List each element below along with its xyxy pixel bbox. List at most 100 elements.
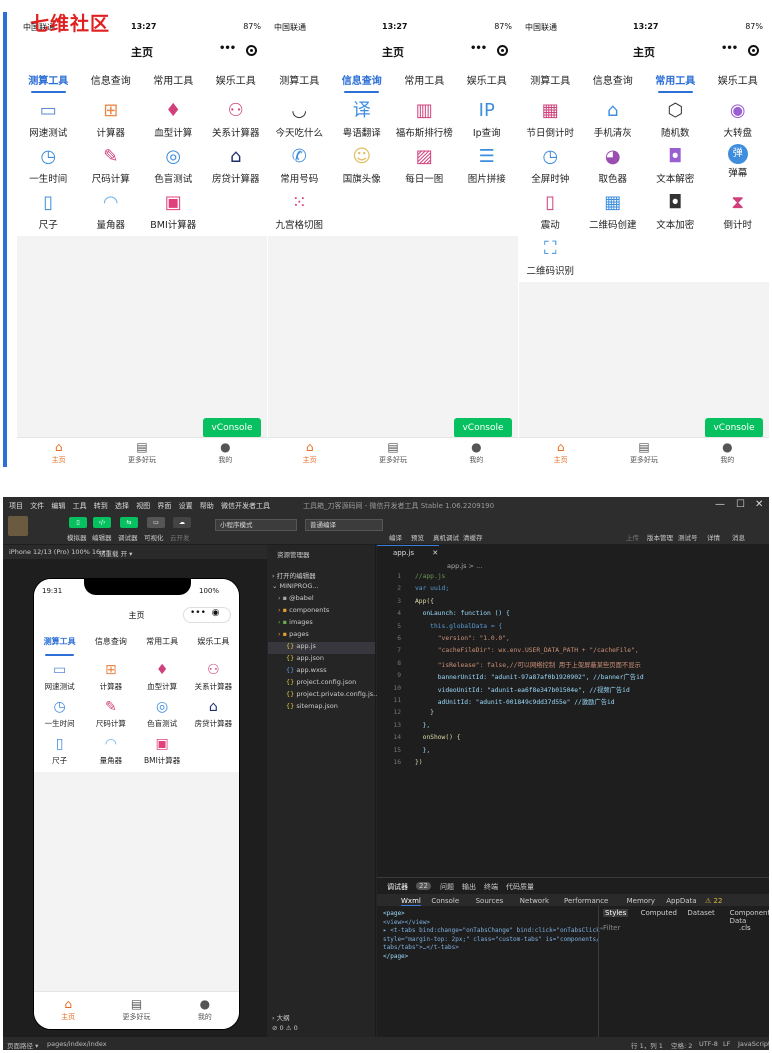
compile-select[interactable]: 普通编译 (305, 519, 383, 531)
tool-item[interactable]: ▣ BMI计算器 (142, 186, 205, 232)
tool-item[interactable]: 译粤语翻译 (331, 94, 394, 140)
menu-item[interactable]: 文件 (30, 501, 44, 511)
tabbar-item[interactable]: ⌂ 主页 (17, 438, 100, 467)
sim-tool-item[interactable]: ▭ 网速测试 (34, 657, 85, 694)
device-select[interactable]: iPhone 12/13 (Pro) 100% 16 ▾ (9, 548, 106, 556)
debugger-icon[interactable]: ⇆ (120, 517, 138, 528)
tool-item[interactable]: ✆ 常用号码 (268, 140, 331, 186)
menu-item[interactable]: 转到 (94, 501, 108, 511)
tool-item[interactable]: IP Ip查询 (456, 94, 519, 140)
outline-section[interactable]: › 大纲 (268, 1012, 375, 1024)
tool-item[interactable]: ▦ 节日倒计时 (519, 94, 582, 140)
tool-item[interactable]: ⬡ 随机数 (644, 94, 707, 140)
tab-item[interactable]: 测算工具 (519, 64, 582, 92)
menu-item[interactable]: 界面 (157, 501, 171, 511)
tab-item[interactable]: 娱乐工具 (205, 64, 268, 92)
tab-item[interactable]: 信息查询 (80, 64, 143, 92)
tool-item[interactable]: ◎ 色盲测试 (142, 140, 205, 186)
close-icon[interactable]: ✕ (755, 499, 763, 510)
tab-item[interactable]: 测算工具 (17, 64, 80, 93)
tabbar-item[interactable]: ● 我的 (686, 438, 769, 467)
tool-item[interactable]: ☰ 图片拼接 (456, 140, 519, 186)
details-button[interactable]: 详情 (707, 532, 720, 542)
tabbar-item[interactable]: ⌂ 主页 (519, 438, 602, 467)
problem-counts[interactable]: ⊘ 0 ⚠ 0 (268, 1024, 375, 1036)
file-entry[interactable]: › ▪ pages (268, 630, 375, 642)
tab-item[interactable]: 测算工具 (268, 64, 331, 92)
tab-item[interactable]: 娱乐工具 (456, 64, 519, 92)
file-entry[interactable]: {} app.js (268, 642, 375, 654)
tab-item[interactable]: 娱乐工具 (707, 64, 770, 92)
test-account-button[interactable]: 测试号 (678, 532, 698, 542)
tool-item[interactable]: ⚇ 关系计算器 (205, 94, 268, 140)
tool-item[interactable]: ◕ 取色器 (582, 140, 645, 186)
code-area[interactable]: 1 //app.js 2 var uuid; 3 App({4 onLaunch: fun… (377, 573, 769, 873)
tab-close-icon[interactable]: ✕ (432, 549, 438, 557)
tool-item[interactable]: ⊞ 计算器 (80, 94, 143, 140)
sim-tool-item[interactable]: ▣ BMI计算器 (137, 731, 188, 768)
debug-subtab[interactable]: Console (431, 897, 459, 905)
file-entry[interactable]: {} app.json (268, 654, 375, 666)
vconsole-button[interactable]: vConsole (203, 418, 261, 438)
file-entry[interactable]: › ▪ components (268, 606, 375, 618)
menu-item[interactable]: 设置 (179, 501, 193, 511)
sim-tool-item[interactable]: ▯ 尺子 (34, 731, 85, 768)
tool-item[interactable]: ⌂ 房贷计算器 (205, 140, 268, 186)
sim-tab[interactable]: 常用工具 (137, 627, 188, 655)
tab-item[interactable]: 常用工具 (644, 64, 707, 93)
maximize-icon[interactable]: ☐ (736, 499, 745, 510)
sim-tabbar-item[interactable]: ⌂ 主页 (34, 992, 102, 1029)
menu-item[interactable]: 项目 (9, 501, 23, 511)
menu-item[interactable]: 编辑 (51, 501, 65, 511)
debug-tab[interactable]: 代码质量 (506, 882, 534, 892)
file-entry[interactable]: {} app.wxss (268, 666, 375, 678)
editor-tab-app-js[interactable]: app.js ✕ (377, 545, 439, 559)
styles-tab[interactable]: Styles (603, 909, 629, 917)
tool-item[interactable]: ◘ 文本加密 (644, 186, 707, 232)
capsule-button[interactable]: ••• (215, 43, 259, 59)
visual-icon[interactable]: ▭ (147, 517, 165, 528)
file-entry[interactable]: {} project.private.config.js... (268, 690, 379, 702)
tool-item[interactable]: ◷ 全屏时钟 (519, 140, 582, 186)
page-path-label[interactable]: 页面路径 ▾ (7, 1040, 38, 1050)
debug-subtab[interactable]: Wxml (401, 897, 421, 906)
menu-item[interactable]: 视图 (136, 501, 150, 511)
preview-button[interactable]: 预览 (411, 532, 424, 542)
project-root[interactable]: ⌄ MINIPROG... (268, 582, 375, 594)
tool-item[interactable]: ⛶ 二维码识别 (519, 232, 582, 278)
real-debug-button[interactable]: 真机调试 (433, 532, 459, 542)
menu-item[interactable]: 帮助 (200, 501, 214, 511)
sim-capsule[interactable]: ••• ◉ (183, 607, 231, 623)
language[interactable]: JavaScript (738, 1040, 769, 1048)
sim-tab[interactable]: 信息查询 (85, 627, 136, 655)
simulator-icon[interactable]: ▯ (69, 517, 87, 528)
tool-item[interactable]: ◡ 今天吃什么 (268, 94, 331, 140)
capsule-button[interactable]: ••• (466, 43, 510, 59)
sim-tool-item[interactable]: ◷ 一生时间 (34, 694, 85, 731)
styles-tab[interactable]: Computed (641, 909, 677, 917)
menu-item[interactable]: 选择 (115, 501, 129, 511)
debug-tab[interactable]: 调试器 (387, 882, 408, 892)
debug-subtab[interactable]: AppData (666, 897, 696, 905)
tabbar-item[interactable]: ⌂ 主页 (268, 438, 351, 467)
tab-item[interactable]: 常用工具 (393, 64, 456, 92)
sim-tool-item[interactable]: ♦ 血型计算 (137, 657, 188, 694)
sim-tool-item[interactable]: ⊞ 计算器 (85, 657, 136, 694)
tool-item[interactable]: ▯ 震动 (519, 186, 582, 232)
indent-setting[interactable]: 空格: 2 (671, 1040, 692, 1050)
vconsole-button[interactable]: vConsole (454, 418, 512, 438)
encoding[interactable]: UTF-8 (699, 1040, 718, 1048)
tool-item[interactable]: ⁙ 九宫格切图 (268, 186, 331, 232)
file-entry[interactable]: › ▪ @babel (268, 594, 375, 606)
minimize-icon[interactable]: — (715, 499, 725, 510)
sim-tabbar-item[interactable]: ▤ 更多好玩 (102, 992, 170, 1029)
compile-button[interactable]: 编译 (389, 532, 402, 542)
capsule-button[interactable]: ••• (717, 43, 761, 59)
tabbar-item[interactable]: ▤ 更多好玩 (602, 438, 685, 467)
tab-item[interactable]: 信息查询 (582, 64, 645, 92)
tabbar-item[interactable]: ● 我的 (184, 438, 267, 467)
sim-tool-item[interactable]: ⚇ 关系计算器 (188, 657, 239, 694)
tool-item[interactable]: ✎ 尺码计算 (80, 140, 143, 186)
debug-tab[interactable]: 输出 (462, 882, 476, 892)
tool-item[interactable]: ◠ 量角器 (80, 186, 143, 232)
